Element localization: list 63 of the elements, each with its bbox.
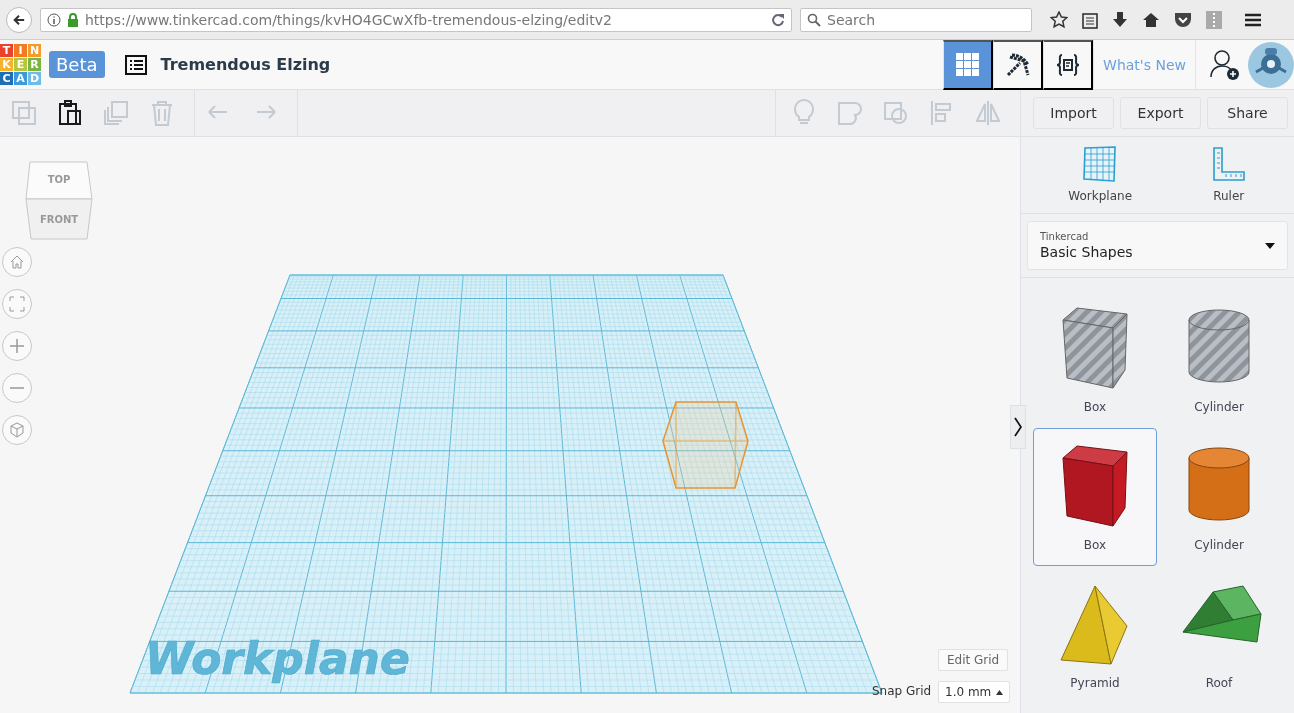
pickaxe-view-button[interactable] (993, 39, 1044, 90)
logo-letter: K (0, 58, 13, 71)
logo-letter: A (14, 72, 27, 85)
home-icon[interactable] (1142, 10, 1160, 29)
home-icon (9, 254, 25, 270)
workplane-tool-button[interactable]: Workplane (1068, 145, 1132, 203)
chevron-icon (1014, 417, 1022, 437)
mirror-icon (974, 99, 1002, 127)
avatar-icon[interactable] (1248, 41, 1294, 88)
edit-grid-button[interactable]: Edit Grid (938, 649, 1009, 671)
shape-tile[interactable]: Box (1033, 290, 1157, 428)
logo-letter: R (28, 58, 41, 71)
perspective-icon (9, 422, 25, 438)
ruler-tool-button[interactable]: Ruler (1210, 145, 1247, 203)
lock-icon (67, 12, 79, 27)
collapse-panel-button[interactable] (1010, 405, 1026, 449)
download-icon[interactable] (1112, 10, 1128, 29)
logo-letter: D (28, 72, 41, 85)
fit-icon (9, 296, 25, 312)
snap-grid-label: Snap Grid (872, 684, 932, 698)
zoom-in-icon (9, 338, 25, 354)
ungroup-icon (882, 99, 910, 127)
snap-grid-dropdown[interactable]: 1.0 mm (938, 681, 1011, 703)
workplane-icon (1082, 145, 1119, 183)
shape-tile[interactable]: Cylinder (1157, 290, 1281, 428)
shape-tile[interactable]: Roof (1157, 566, 1281, 704)
grid-view-button[interactable] (943, 39, 994, 90)
caret-icon (996, 689, 1004, 695)
clipboard-icon[interactable] (1082, 10, 1098, 29)
pocket-icon[interactable] (1174, 11, 1192, 28)
group-icon (836, 99, 864, 127)
library-dropdown[interactable]: Tinkercad Basic Shapes (1027, 221, 1288, 270)
search-field[interactable]: Search (800, 7, 1032, 32)
shape-tile[interactable]: Box (1033, 428, 1157, 566)
shape-tile[interactable]: Cylinder (1157, 428, 1281, 566)
logo-letter: T (0, 44, 13, 57)
menu-icon[interactable] (1244, 11, 1262, 28)
duplicate-icon (102, 99, 130, 127)
code-view-button[interactable] (1043, 39, 1094, 90)
logo-letter: I (14, 44, 27, 57)
logo-letter: N (28, 44, 41, 57)
reload-icon[interactable] (771, 12, 785, 27)
back-button[interactable] (6, 6, 32, 33)
star-icon[interactable] (1050, 10, 1068, 29)
list-icon[interactable] (124, 54, 147, 75)
grid-icon (955, 52, 980, 77)
code-icon (1055, 52, 1080, 77)
logo-letter: C (0, 72, 13, 85)
toolbar-button[interactable]: Import (1033, 97, 1114, 129)
paste-icon (56, 99, 84, 127)
ruler-icon (1210, 145, 1247, 183)
shape-tile[interactable]: Pyramid (1033, 566, 1157, 704)
address-bar[interactable]: https://www.tinkercad.com/things/kvHO4GCwXfb-tremendous-elzing/editv2 (40, 7, 792, 32)
back-arrow-icon (13, 12, 25, 27)
design-title[interactable]: Tremendous Elzing (160, 55, 331, 74)
info-icon[interactable] (47, 12, 61, 27)
caret-icon (1265, 242, 1275, 249)
copy-icon (10, 99, 38, 127)
pickaxe-icon (1005, 52, 1030, 77)
add-user-icon[interactable] (1210, 48, 1240, 81)
logo-letter: E (14, 58, 27, 71)
toolbar-button[interactable]: Export (1120, 97, 1201, 129)
toolbar-button[interactable]: Share (1207, 97, 1288, 129)
